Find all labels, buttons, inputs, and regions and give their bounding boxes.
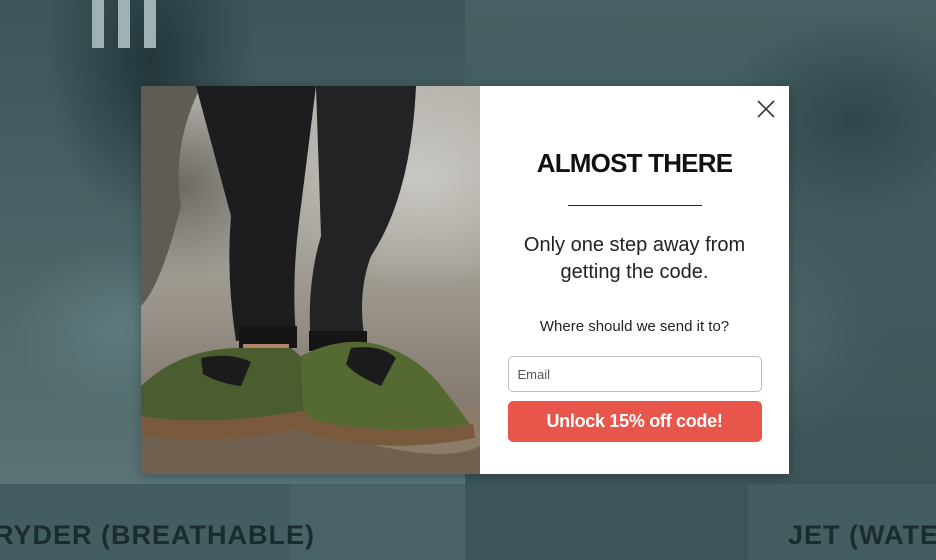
close-x-icon[interactable] — [755, 98, 777, 120]
close-icon[interactable] — [755, 98, 777, 120]
popup-headline: ALMOST THERE — [536, 148, 733, 178]
popup-subheadline: Only one step away from getting the code… — [523, 234, 746, 283]
modal-overlay[interactable]: ALMOST THERE Only one step away from get… — [0, 0, 936, 560]
signup-popup: ALMOST THERE Only one step away from get… — [141, 86, 789, 474]
popup-content: ALMOST THERE Only one step away from get… — [480, 86, 789, 474]
email-prompt: Where should we send it to? — [539, 318, 730, 335]
email-field[interactable] — [507, 356, 762, 392]
popup-hero-image — [141, 86, 480, 474]
unlock-code-button[interactable]: Unlock 15% off code! — [507, 401, 762, 442]
headline-divider — [567, 205, 702, 206]
hiker-shoes-illustration — [141, 86, 480, 474]
